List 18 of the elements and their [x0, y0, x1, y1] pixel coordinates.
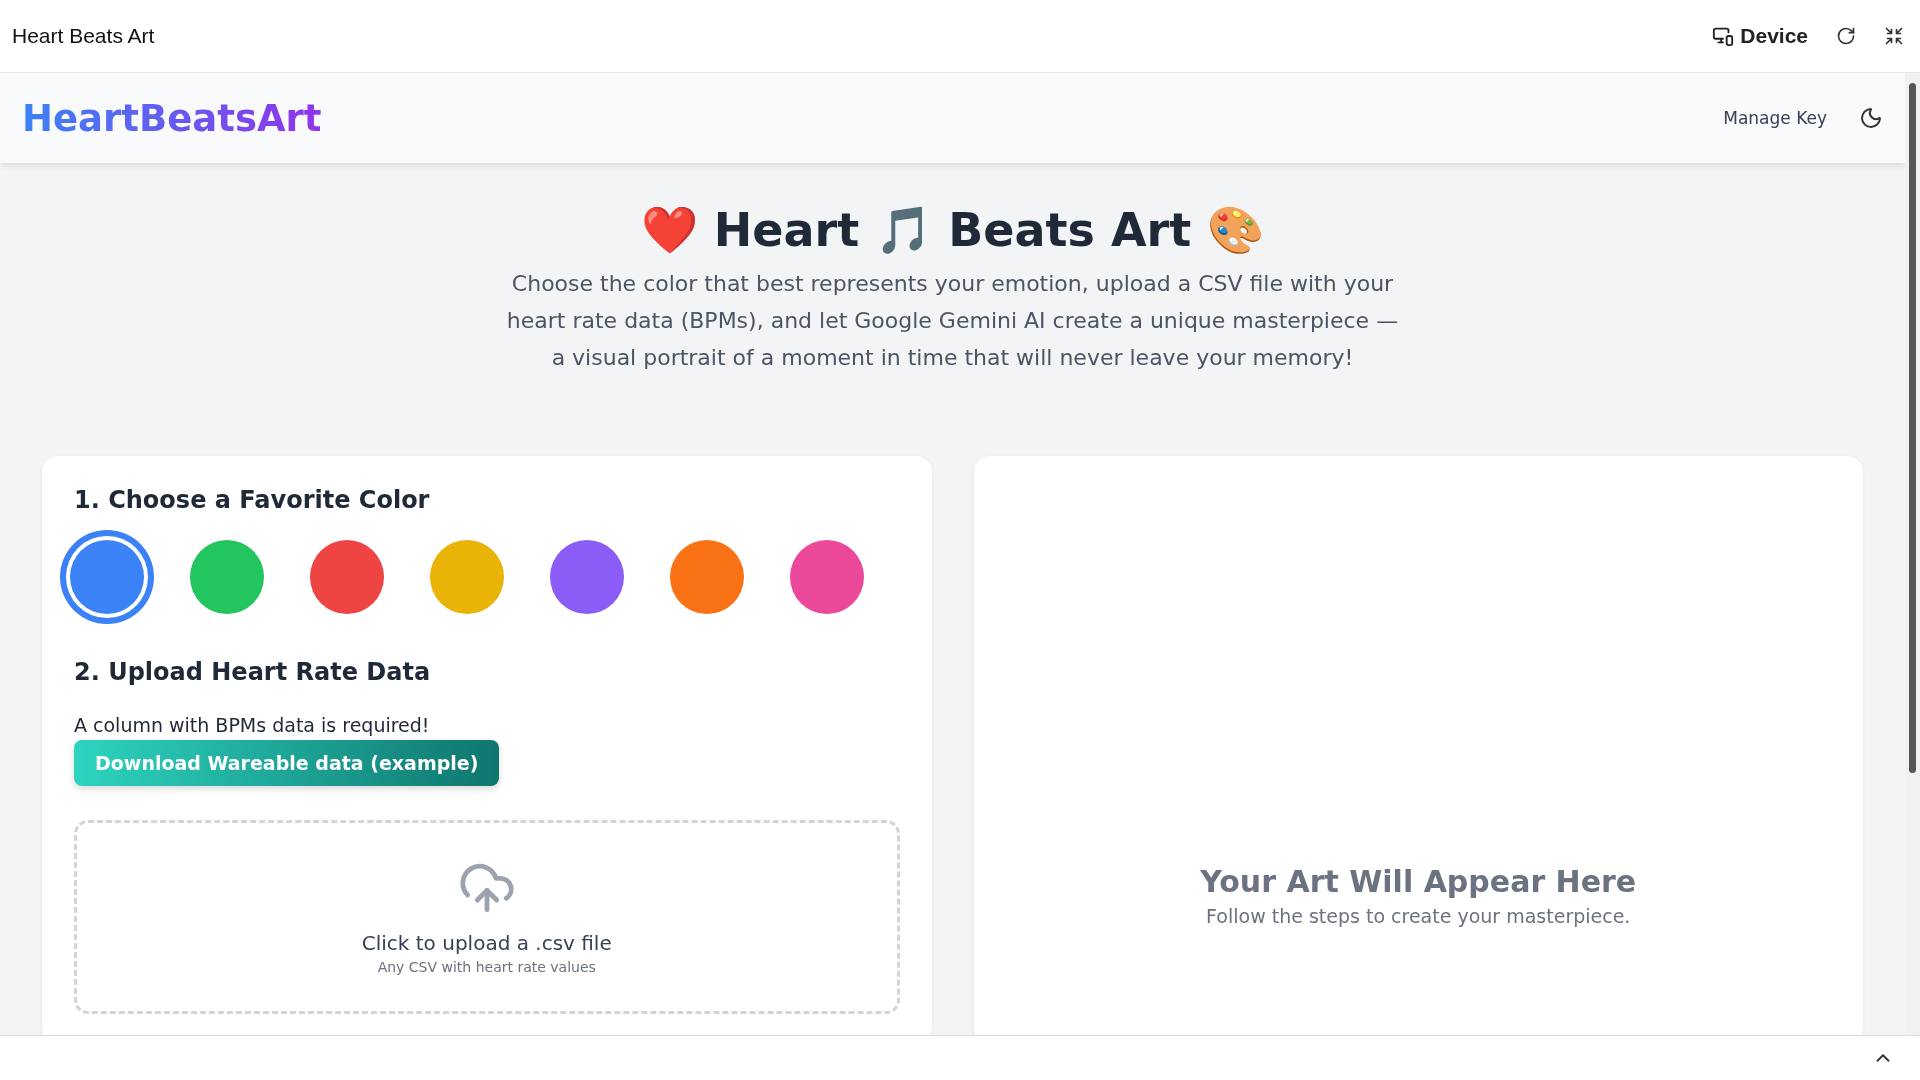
art-placeholder-subtitle: Follow the steps to create your masterpiece. [1206, 905, 1631, 927]
hero-description: Choose the color that best represents your emotion, upload a CSV file with your heart rate data (BPMs), and let Google Gemini AI create a unique masterpiece — a visual portrait of a moment in time that will never leave your memory! [505, 270, 1400, 372]
requirement-note: A column with BPMs data is required! [74, 714, 431, 736]
dropzone-hint: Any CSV with heart rate values [377, 959, 596, 975]
step-heading: 1. Choose a Favorite Color [74, 486, 431, 514]
art-placeholder-title: Your Art Will Appear Here [1200, 864, 1637, 899]
hero-title: ❤ Heart 🎵 Beats Art 🎨 [640, 203, 1265, 257]
step-heading: 2. Upload Heart Rate Data [74, 658, 432, 686]
collapse-button[interactable] [1884, 26, 1904, 46]
dropzone-title: Click to upload a .csv file [361, 931, 612, 955]
moon-icon[interactable] [1859, 106, 1883, 130]
devices-icon [1712, 25, 1735, 47]
reload-button[interactable] [1836, 26, 1856, 46]
page-title: Heart Beats Art [12, 24, 155, 48]
upload-dropzone[interactable]: Click to upload a .csv file Any CSV with heart rate values [74, 820, 900, 1014]
device-button[interactable]: Device [1712, 24, 1808, 48]
manage-key-button[interactable]: Manage Key [1719, 104, 1831, 132]
scrollbar-thumb[interactable] [1909, 83, 1916, 773]
